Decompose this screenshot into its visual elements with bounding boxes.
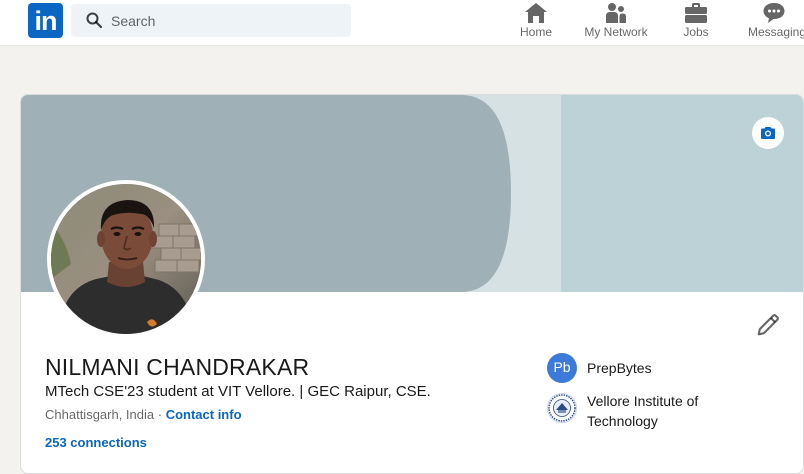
- linkedin-logo[interactable]: in: [28, 3, 63, 38]
- camera-icon: [761, 127, 775, 139]
- location-row: Chhattisgarh, India · Contact info: [45, 407, 242, 422]
- nav-jobs[interactable]: Jobs: [672, 0, 720, 46]
- edit-profile-button[interactable]: [754, 311, 782, 339]
- prepbytes-logo-text: Pb: [553, 359, 571, 375]
- nav-home[interactable]: Home: [510, 0, 562, 46]
- profile-photo: [51, 184, 201, 334]
- location-separator: ·: [154, 407, 166, 422]
- nav-messaging-label: Messaging: [748, 25, 804, 39]
- top-nav: in Home My Network Jobs: [0, 0, 804, 46]
- search-input[interactable]: [111, 4, 341, 37]
- org-prepbytes[interactable]: Pb PrepBytes: [547, 353, 747, 383]
- vit-logo: [547, 393, 577, 423]
- pencil-icon: [757, 314, 779, 336]
- search-box[interactable]: [71, 4, 351, 37]
- chat-icon: [763, 3, 785, 23]
- prepbytes-logo: Pb: [547, 353, 577, 383]
- profile-avatar[interactable]: [47, 180, 205, 338]
- profile-headline: MTech CSE'23 student at VIT Vellore. | G…: [45, 383, 431, 400]
- nav-messaging[interactable]: Messaging: [744, 0, 804, 46]
- profile-location: Chhattisgarh, India: [45, 407, 155, 422]
- nav-my-network[interactable]: My Network: [578, 0, 654, 46]
- profile-card: NILMANI CHANDRAKAR MTech CSE'23 student …: [20, 94, 804, 474]
- home-icon: [525, 3, 547, 23]
- contact-info-link[interactable]: Contact info: [166, 407, 242, 422]
- org-prepbytes-name: PrepBytes: [587, 360, 652, 376]
- nav-jobs-label: Jobs: [683, 25, 709, 39]
- vit-seal: [548, 394, 576, 422]
- connections-link[interactable]: 253 connections: [45, 435, 147, 450]
- edit-banner-button[interactable]: [752, 117, 784, 149]
- org-vit-name: Vellore Institute of Technology: [587, 393, 699, 429]
- network-icon: [606, 3, 626, 23]
- search-icon: [86, 12, 103, 29]
- nav-my-network-label: My Network: [584, 25, 648, 39]
- profile-name: NILMANI CHANDRAKAR: [45, 354, 310, 380]
- nav-home-label: Home: [519, 25, 552, 39]
- briefcase-icon: [685, 3, 707, 23]
- org-vit[interactable]: Vellore Institute of Technology: [547, 391, 737, 435]
